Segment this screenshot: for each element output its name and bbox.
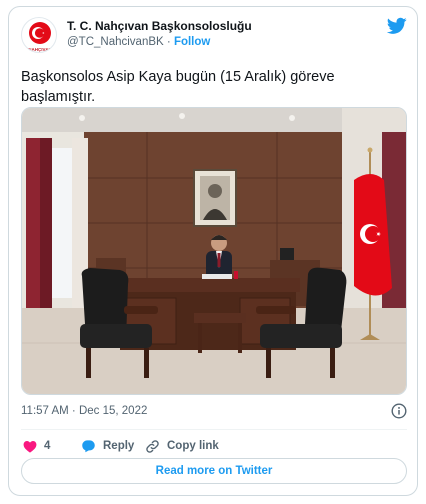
reply-bubble-icon	[82, 440, 95, 453]
tweet-header: NAHÇIVAN T. C. Nahçıvan Başkonsolosluğu …	[21, 17, 407, 57]
action-bar: 4 Reply Copy link	[21, 435, 407, 457]
heart-icon	[23, 440, 37, 453]
like-count: 4	[44, 440, 51, 452]
reply-label: Reply	[103, 440, 135, 452]
tweet-card: NAHÇIVAN T. C. Nahçıvan Başkonsolosluğu …	[8, 6, 418, 496]
link-icon	[146, 439, 159, 453]
copy-link-button[interactable]: Copy link	[145, 435, 219, 457]
like-button[interactable]: 4	[23, 435, 50, 457]
svg-text:NAHÇIVAN: NAHÇIVAN	[28, 47, 51, 52]
tweet-text: Başkonsolos Asip Kaya bugün (15 Aralık) …	[21, 67, 401, 107]
author-handle[interactable]: @TC_NahcivanBK	[67, 36, 164, 48]
office-photo	[22, 108, 406, 394]
follow-button[interactable]: Follow	[174, 36, 210, 48]
avatar[interactable]: NAHÇIVAN	[21, 17, 57, 53]
info-icon[interactable]	[391, 403, 407, 419]
timestamp[interactable]: 11:57 AM · Dec 15, 2022	[21, 405, 147, 417]
copy-link-label: Copy link	[167, 440, 219, 452]
reply-button[interactable]: Reply	[81, 435, 134, 457]
twitter-bird-icon[interactable]	[387, 17, 407, 35]
author-name[interactable]: T. C. Nahçıvan Başkonsolosluğu	[67, 19, 252, 33]
handle-row: @TC_NahcivanBK · Follow	[67, 36, 210, 48]
tweet-photo[interactable]	[21, 107, 407, 395]
separator-dot: ·	[166, 36, 171, 48]
divider	[21, 429, 407, 430]
read-more-button[interactable]: Read more on Twitter	[21, 458, 407, 484]
tweet-text-line-2: başlamıştır.	[21, 89, 96, 105]
consulate-logo: NAHÇIVAN	[28, 22, 52, 52]
tweet-text-line-1: Başkonsolos Asip Kaya bugün (15 Aralık) …	[21, 69, 335, 85]
meta-row: 11:57 AM · Dec 15, 2022	[21, 403, 407, 421]
